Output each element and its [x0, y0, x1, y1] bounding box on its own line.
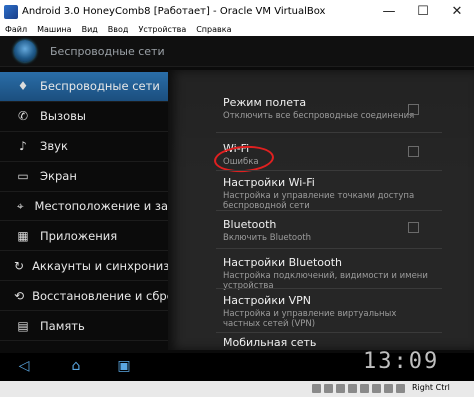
- action-bar-title: Беспроводные сети: [50, 44, 165, 58]
- network-icon[interactable]: [348, 384, 357, 393]
- virtualbox-icon: [4, 4, 18, 19]
- menu-input[interactable]: Ввод: [103, 25, 134, 34]
- settings-category-list: ♦ Беспроводные сети ✆ Вызовы ♪ Звук ▭ Эк…: [0, 72, 168, 344]
- vm-statusbar: Right Ctrl: [0, 381, 474, 397]
- category-label: Восстановление и сбро: [32, 288, 168, 303]
- shared-folder-icon[interactable]: [360, 384, 369, 393]
- pref-summary: Отключить все беспроводные соединения: [223, 111, 415, 121]
- category-display[interactable]: ▭ Экран: [0, 162, 168, 192]
- divider: [216, 132, 442, 133]
- category-label: Местоположение и за: [34, 199, 168, 213]
- close-button[interactable]: ✕: [440, 0, 474, 23]
- category-location[interactable]: ⌖ Местоположение и за: [0, 192, 168, 222]
- minimize-button[interactable]: —: [372, 0, 406, 23]
- clock: 13:09: [363, 349, 440, 374]
- category-apps[interactable]: ▦ Приложения: [0, 221, 168, 252]
- maximize-button[interactable]: ☐: [406, 0, 440, 23]
- wifi-checkbox[interactable]: [408, 146, 419, 157]
- divider: [216, 288, 442, 289]
- location-icon: ⌖: [16, 198, 24, 213]
- system-navbar: ◁ ⌂ ▣ 13:09: [0, 349, 474, 381]
- category-accounts[interactable]: ↻ Аккаунты и синхрониз: [0, 251, 168, 282]
- home-icon[interactable]: ⌂: [62, 357, 90, 375]
- wireless-settings-panel: Режим полета Отключить все беспроводные …: [168, 70, 474, 350]
- menu-machine[interactable]: Машина: [32, 25, 76, 34]
- category-wireless[interactable]: ♦ Беспроводные сети: [0, 72, 168, 102]
- display-icon: ▭: [17, 169, 29, 184]
- pref-title: Режим полета: [223, 96, 307, 109]
- backup-icon: ⟲: [14, 288, 25, 303]
- category-storage[interactable]: ▤ Память: [0, 311, 168, 342]
- category-sound[interactable]: ♪ Звук: [0, 132, 168, 162]
- pref-title: Мобильная сеть: [223, 336, 317, 349]
- host-key-label: Right Ctrl: [412, 383, 450, 392]
- recent-apps-icon[interactable]: ▣: [110, 357, 138, 375]
- divider: [216, 170, 442, 171]
- mouse-integration-icon[interactable]: [384, 384, 393, 393]
- category-label: Экран: [40, 169, 77, 184]
- pref-title: Настройки VPN: [223, 294, 312, 307]
- category-label: Беспроводные сети: [40, 79, 160, 94]
- airplane-mode-checkbox[interactable]: [408, 104, 419, 115]
- settings-logo-icon[interactable]: [14, 40, 36, 62]
- window-titlebar: Android 3.0 HoneyComb8 [Работает] - Orac…: [0, 0, 474, 23]
- category-label: Вызовы: [40, 109, 86, 124]
- menubar: Файл Машина Вид Ввод Устройства Справка: [0, 23, 474, 36]
- keyboard-icon[interactable]: [396, 384, 405, 393]
- pref-mobile-network[interactable]: Мобильная сеть: [223, 336, 428, 349]
- menu-help[interactable]: Справка: [191, 25, 236, 34]
- pref-bluetooth-settings[interactable]: Настройки Bluetooth Настройка подключени…: [223, 256, 428, 291]
- pref-summary: Настройка и управление виртуальных частн…: [223, 309, 397, 329]
- pref-wifi-settings[interactable]: Настройки Wi-Fi Настройка и управление т…: [223, 176, 428, 211]
- pref-title: Настройки Wi-Fi: [223, 176, 315, 189]
- display-status-icon[interactable]: [372, 384, 381, 393]
- hdd-icon[interactable]: [312, 384, 321, 393]
- category-label: Звук: [40, 139, 68, 154]
- category-label: Аккаунты и синхрониз: [32, 258, 168, 273]
- speaker-icon: ♪: [19, 139, 27, 154]
- divider: [216, 332, 442, 333]
- phone-icon: ✆: [17, 109, 29, 124]
- category-label: Приложения: [40, 228, 118, 243]
- storage-icon: ▤: [17, 318, 29, 333]
- sync-icon: ↻: [14, 258, 25, 273]
- pref-title: Bluetooth: [223, 218, 277, 231]
- bluetooth-checkbox[interactable]: [408, 222, 419, 233]
- pref-summary: Включить Bluetooth: [223, 233, 312, 243]
- category-label: Память: [40, 318, 85, 333]
- pref-bluetooth[interactable]: Bluetooth Включить Bluetooth: [223, 218, 428, 243]
- android-screen: Беспроводные сети ♦ Беспроводные сети ✆ …: [0, 36, 474, 381]
- window-title: Android 3.0 HoneyComb8 [Работает] - Orac…: [22, 6, 326, 17]
- optical-drive-icon[interactable]: [324, 384, 333, 393]
- menu-file[interactable]: Файл: [0, 25, 32, 34]
- wireless-icon: ♦: [17, 79, 29, 94]
- category-backup[interactable]: ⟲ Восстановление и сбро: [0, 281, 168, 312]
- action-bar: Беспроводные сети: [0, 36, 474, 67]
- pref-airplane-mode[interactable]: Режим полета Отключить все беспроводные …: [223, 96, 428, 121]
- divider: [216, 210, 442, 211]
- pref-summary: Настройка и управление точками доступа б…: [223, 191, 415, 211]
- usb-icon[interactable]: [336, 384, 345, 393]
- menu-devices[interactable]: Устройства: [133, 25, 191, 34]
- back-icon[interactable]: ◁: [10, 357, 38, 375]
- menu-view[interactable]: Вид: [77, 25, 103, 34]
- apps-icon: ▦: [17, 228, 29, 243]
- divider: [216, 248, 442, 249]
- pref-vpn-settings[interactable]: Настройки VPN Настройка и управление вир…: [223, 294, 428, 329]
- pref-title: Настройки Bluetooth: [223, 256, 343, 269]
- category-calls[interactable]: ✆ Вызовы: [0, 102, 168, 132]
